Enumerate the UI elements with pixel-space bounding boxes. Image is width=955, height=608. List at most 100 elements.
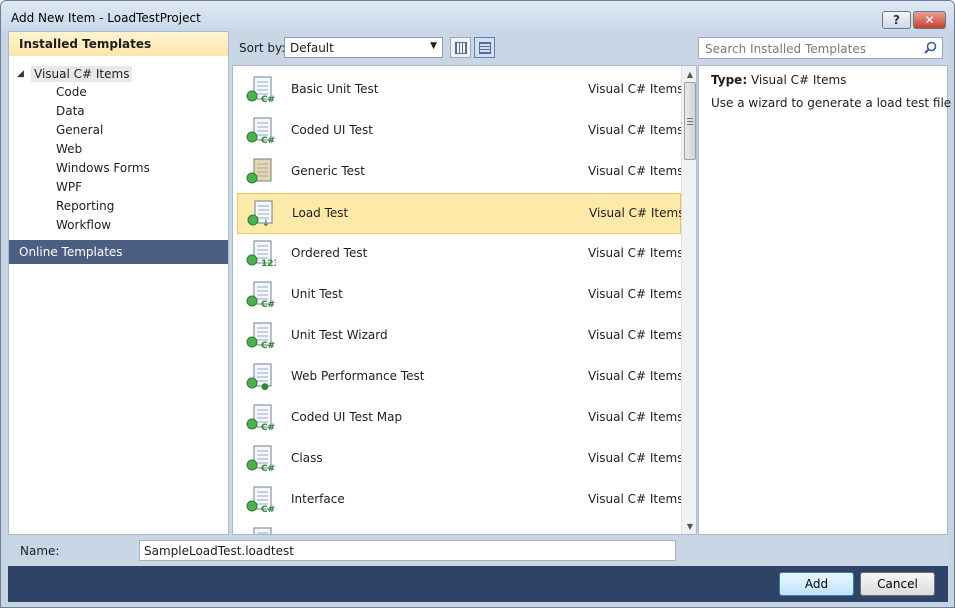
unit-test-icon: C# bbox=[246, 76, 275, 105]
scrollbar-grip-icon bbox=[687, 118, 693, 125]
scrollbar-thumb[interactable] bbox=[684, 82, 696, 160]
template-name: Web Performance Test bbox=[291, 369, 425, 383]
tree-item-code[interactable]: Code bbox=[56, 83, 87, 102]
template-name: Basic Unit Test bbox=[291, 82, 379, 96]
template-item-interface[interactable]: C# Interface Visual C# Items bbox=[237, 480, 683, 521]
template-item-basic-unit-test[interactable]: C# Basic Unit Test Visual C# Items bbox=[237, 70, 684, 111]
svg-text:C#: C# bbox=[261, 300, 275, 310]
installed-templates-header[interactable]: Installed Templates bbox=[9, 32, 228, 56]
close-icon: ✕ bbox=[924, 13, 935, 27]
name-input[interactable]: SampleLoadTest.loadtest bbox=[139, 540, 676, 561]
template-category: Visual C# Items bbox=[588, 123, 684, 137]
windows-form-icon: C# bbox=[253, 527, 272, 534]
template-name: Ordered Test bbox=[291, 246, 368, 260]
tree-expand-icon[interactable]: ◢ bbox=[17, 69, 31, 79]
search-icon[interactable] bbox=[924, 41, 937, 54]
template-categories-pane: Installed Templates ◢ Visual C# Items Co… bbox=[8, 31, 229, 535]
search-placeholder: Search Installed Templates bbox=[705, 42, 866, 56]
svg-text:C#: C# bbox=[261, 136, 275, 146]
template-item-coded-ui-test-map[interactable]: C# Coded UI Test Map Visual C# Items bbox=[237, 398, 684, 439]
template-item-unit-test[interactable]: C# Unit Test Visual C# Items bbox=[237, 275, 684, 316]
medium-icons-view-button[interactable] bbox=[450, 37, 471, 58]
template-details-pane: Type: Visual C# Items Use a wizard to ge… bbox=[698, 65, 951, 535]
tree-item-general[interactable]: General bbox=[56, 121, 103, 140]
svg-text:C#: C# bbox=[261, 95, 275, 105]
class-icon: C# bbox=[246, 445, 275, 474]
tree-item-data[interactable]: Data bbox=[56, 102, 85, 121]
template-category: Visual C# Items bbox=[588, 246, 684, 260]
svg-text:C#: C# bbox=[261, 423, 275, 433]
template-name: Generic Test bbox=[291, 164, 365, 178]
add-button[interactable]: Add bbox=[779, 572, 854, 596]
svg-text:C#: C# bbox=[261, 464, 275, 474]
sort-by-label: Sort by: bbox=[239, 41, 286, 55]
coded-ui-test-icon: C# bbox=[246, 117, 275, 146]
template-category: Visual C# Items bbox=[588, 82, 684, 96]
template-item-coded-ui-test[interactable]: C# Coded UI Test Visual C# Items bbox=[237, 111, 684, 152]
add-new-item-dialog: Add New Item - LoadTestProject ? ✕ Insta… bbox=[0, 0, 955, 608]
svg-text:↓: ↓ bbox=[262, 219, 270, 229]
template-category: Visual C# Items bbox=[588, 533, 683, 534]
window-title: Add New Item - LoadTestProject bbox=[11, 11, 201, 25]
template-name: Unit Test Wizard bbox=[291, 328, 388, 342]
dialog-body: Installed Templates ◢ Visual C# Items Co… bbox=[8, 31, 951, 602]
svg-text:123: 123 bbox=[261, 259, 276, 269]
sort-by-value: Default bbox=[290, 41, 334, 55]
svg-text:●: ● bbox=[261, 382, 269, 392]
template-category: Visual C# Items bbox=[588, 410, 684, 424]
ordered-test-icon: 123 bbox=[246, 240, 276, 269]
tree-item-reporting[interactable]: Reporting bbox=[56, 197, 114, 216]
close-button[interactable]: ✕ bbox=[913, 11, 946, 29]
template-category: Visual C# Items bbox=[588, 287, 684, 301]
details-view-icon bbox=[478, 41, 491, 54]
unit-test-icon: C# bbox=[246, 281, 275, 310]
tree-item-windows-forms[interactable]: Windows Forms bbox=[56, 159, 150, 178]
template-item-windows-form[interactable]: C# Windows Form Visual C# Items bbox=[237, 521, 683, 534]
svg-text:C#: C# bbox=[261, 341, 275, 351]
type-value: Visual C# Items bbox=[750, 73, 847, 87]
help-icon: ? bbox=[893, 13, 900, 27]
template-category: Visual C# Items bbox=[588, 328, 684, 342]
scroll-up-icon[interactable]: ▲ bbox=[682, 66, 696, 82]
tree-item-visual-csharp-items[interactable]: ◢ Visual C# Items bbox=[17, 64, 133, 83]
template-item-load-test[interactable]: ↓ Load Test Visual C# Items bbox=[237, 193, 685, 234]
interface-icon: C# bbox=[246, 486, 275, 515]
template-category: Visual C# Items bbox=[588, 369, 684, 383]
chevron-down-icon: ▼ bbox=[430, 41, 437, 51]
template-type-line: Type: Visual C# Items bbox=[711, 73, 846, 87]
svg-text:C#: C# bbox=[261, 505, 275, 515]
template-name: Load Test bbox=[292, 206, 349, 220]
template-name: Interface bbox=[291, 492, 345, 506]
template-item-class[interactable]: C# Class Visual C# Items bbox=[237, 439, 684, 480]
tree-item-wpf[interactable]: WPF bbox=[56, 178, 82, 197]
online-templates-header[interactable]: Online Templates bbox=[9, 240, 228, 264]
template-category: Visual C# Items bbox=[588, 451, 684, 465]
sort-by-dropdown[interactable]: Default ▼ bbox=[284, 37, 443, 58]
template-list: C# Basic Unit Test Visual C# Items C# Coded … bbox=[232, 65, 697, 535]
tree-item-workflow[interactable]: Workflow bbox=[56, 216, 111, 235]
search-installed-templates-input[interactable]: Search Installed Templates bbox=[698, 37, 943, 59]
template-name: Class bbox=[291, 451, 323, 465]
coded-ui-test-map-icon: C# bbox=[246, 404, 275, 433]
scroll-down-icon[interactable]: ▼ bbox=[682, 518, 696, 534]
template-category: Visual C# Items bbox=[589, 206, 685, 220]
generic-test-icon bbox=[246, 158, 272, 184]
web-performance-test-icon: ● bbox=[246, 363, 272, 392]
unit-test-wizard-icon: C# bbox=[246, 322, 275, 351]
template-item-ordered-test[interactable]: 123 Ordered Test Visual C# Items bbox=[237, 234, 684, 275]
template-name: Windows Form bbox=[291, 533, 379, 534]
details-view-button[interactable] bbox=[474, 37, 495, 58]
help-button[interactable]: ? bbox=[882, 11, 911, 29]
cancel-button[interactable]: Cancel bbox=[860, 572, 935, 596]
template-category: Visual C# Items bbox=[588, 164, 684, 178]
template-name: Coded UI Test bbox=[291, 123, 373, 137]
tree-item-web[interactable]: Web bbox=[56, 140, 82, 159]
template-item-web-performance-test[interactable]: ● Web Performance Test Visual C# Items bbox=[237, 357, 684, 398]
tree-item-label: Visual C# Items bbox=[31, 65, 133, 82]
vertical-scrollbar[interactable]: ▲ ▼ bbox=[681, 66, 696, 534]
template-item-generic-test[interactable]: Generic Test Visual C# Items bbox=[237, 152, 684, 193]
medium-icons-view-icon bbox=[454, 41, 467, 54]
template-item-unit-test-wizard[interactable]: C# Unit Test Wizard Visual C# Items bbox=[237, 316, 684, 357]
name-label: Name: bbox=[20, 544, 60, 558]
title-bar[interactable]: Add New Item - LoadTestProject ? ✕ bbox=[1, 1, 954, 31]
